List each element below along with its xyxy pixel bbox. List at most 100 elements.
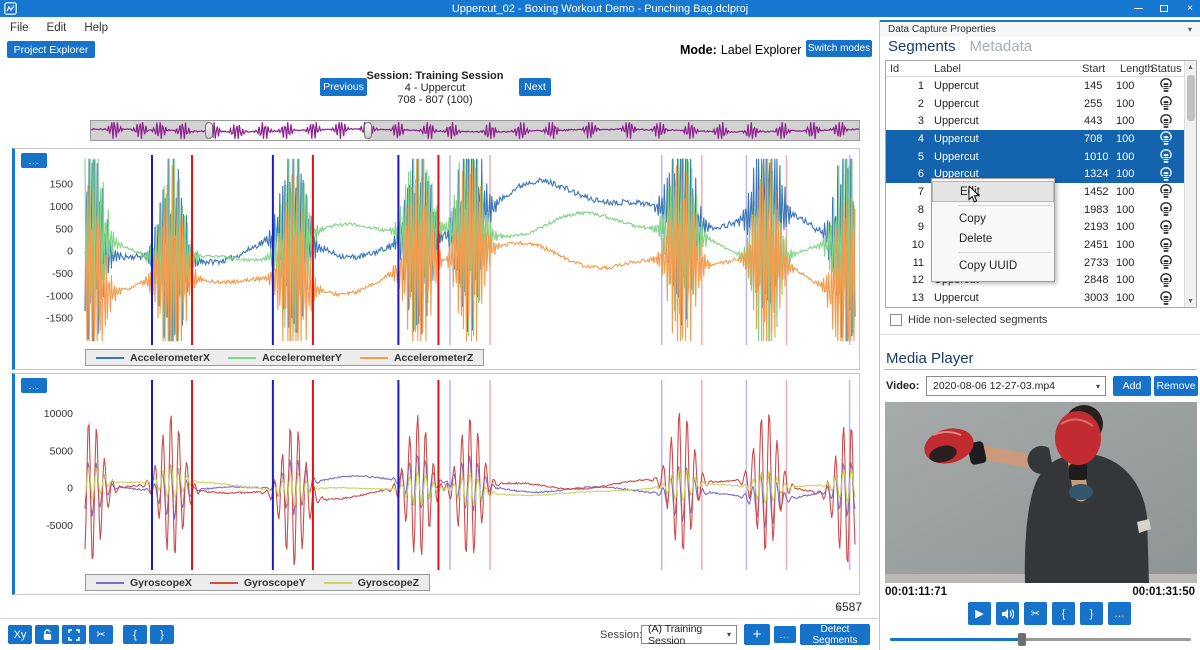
cut-button[interactable]: ✂ <box>89 625 113 644</box>
video-status-icon <box>1160 78 1172 93</box>
minimize-button[interactable] <box>1132 3 1144 15</box>
add-segment-button[interactable]: + <box>744 624 770 645</box>
table-row[interactable]: 4Uppercut708100 <box>886 130 1196 148</box>
cell-start: 443 <box>1074 115 1112 127</box>
overview-right-handle[interactable] <box>364 122 372 139</box>
column-status[interactable]: Status <box>1148 63 1184 75</box>
gyroscope-chart-panel[interactable]: ... 1000050000-5000 GyroscopeXGyroscopeY… <box>12 373 860 595</box>
gyro-chart-menu-button[interactable]: ... <box>21 378 47 393</box>
switch-modes-button[interactable]: Switch modes <box>806 40 872 57</box>
gyroscope-legend: GyroscopeXGyroscopeYGyroscopeZ <box>85 574 430 591</box>
context-menu-delete[interactable]: Delete <box>932 229 1054 249</box>
more-options-button[interactable]: ... <box>774 626 796 643</box>
mark-end-button[interactable]: } <box>1080 602 1103 625</box>
expand-button[interactable] <box>62 625 86 644</box>
menu-file[interactable]: File <box>10 22 29 34</box>
scroll-up-icon[interactable]: ▲ <box>1187 61 1194 73</box>
table-row[interactable]: 5Uppercut1010100 <box>886 148 1196 166</box>
segments-scrollbar[interactable]: ▲ ▼ <box>1184 61 1196 307</box>
menu-bar: File Edit Help <box>0 17 878 38</box>
context-menu-copy[interactable]: Copy <box>932 209 1054 229</box>
mode-label: Mode: <box>680 43 717 57</box>
tab-metadata[interactable]: Metadata <box>970 38 1033 55</box>
context-menu: Edit Copy Delete Copy UUID <box>931 178 1055 282</box>
hide-nonselected-row[interactable]: Hide non-selected segments <box>890 314 1047 326</box>
cell-status <box>1148 167 1184 182</box>
context-menu-edit[interactable]: Edit <box>932 181 1054 202</box>
scroll-down-icon[interactable]: ▼ <box>1187 295 1194 307</box>
segment-range: 708 - 807 (100) <box>340 94 530 106</box>
collapse-caret-icon[interactable]: ▾ <box>836 604 841 615</box>
cell-status <box>1148 291 1184 306</box>
data-capture-properties-panel: Data Capture Properties ▾ Segments Metad… <box>879 20 1200 650</box>
table-row[interactable]: 13Uppercut3003100 <box>886 289 1196 307</box>
close-brace-button[interactable]: } <box>150 625 174 644</box>
cell-length: 100 <box>1112 274 1148 286</box>
cell-label: Uppercut <box>928 133 1074 145</box>
table-row[interactable]: 1Uppercut145100 <box>886 77 1196 95</box>
cell-id: 12 <box>886 274 928 286</box>
table-row[interactable]: 2Uppercut255100 <box>886 95 1196 113</box>
cell-status <box>1148 273 1184 288</box>
svg-text:5000: 5000 <box>50 445 74 457</box>
axis-settings-button[interactable]: Xy <box>8 625 32 644</box>
lock-button[interactable] <box>35 625 59 644</box>
menu-help[interactable]: Help <box>84 22 108 34</box>
accel-chart-menu-button[interactable]: ... <box>21 153 47 168</box>
session-header: Session: Training Session 4 - Uppercut 7… <box>340 70 530 106</box>
cell-label: Uppercut <box>928 292 1074 304</box>
gyroscope-plot[interactable]: 1000050000-5000 <box>15 378 861 572</box>
video-slider-thumb[interactable] <box>1018 633 1026 646</box>
scrollbar-thumb[interactable] <box>1187 75 1195 121</box>
trim-button[interactable]: ✂ <box>1024 602 1047 625</box>
overview-strip[interactable] <box>90 120 860 141</box>
media-more-button[interactable]: ... <box>1108 602 1131 625</box>
tab-segments[interactable]: Segments <box>888 38 956 55</box>
next-button[interactable]: Next <box>519 78 551 96</box>
video-time-current: 00:01:11:71 <box>885 586 947 598</box>
video-slider[interactable] <box>890 632 1191 646</box>
cell-status <box>1148 78 1184 93</box>
overview-left-handle[interactable] <box>205 122 213 139</box>
accelerometer-plot[interactable]: 150010005000-500-1000-1500 <box>15 153 861 347</box>
menu-edit[interactable]: Edit <box>47 22 67 34</box>
column-length[interactable]: Length <box>1112 63 1148 75</box>
video-status-icon <box>1160 255 1172 270</box>
svg-text:-5000: -5000 <box>46 520 73 532</box>
video-select[interactable]: 2020-08-06 12-27-03.mp4 ▾ <box>926 376 1106 396</box>
volume-button[interactable] <box>996 602 1019 625</box>
open-brace-button[interactable]: { <box>123 625 147 644</box>
cell-start: 2193 <box>1074 221 1112 233</box>
table-row[interactable]: 3Uppercut443100 <box>886 112 1196 130</box>
project-explorer-button[interactable]: Project Explorer <box>7 41 95 58</box>
column-id[interactable]: Id <box>886 63 928 75</box>
session-select[interactable]: (A) Training Session ▾ <box>641 625 737 644</box>
close-button[interactable]: × <box>1184 3 1196 15</box>
cell-label: Uppercut <box>928 98 1074 110</box>
cell-start: 708 <box>1074 133 1112 145</box>
context-menu-copy-uuid[interactable]: Copy UUID <box>932 256 1054 276</box>
accelerometer-chart-panel[interactable]: ... 150010005000-500-1000-1500 Accelerom… <box>12 148 860 370</box>
video-status-icon <box>1160 184 1172 199</box>
detect-segments-button[interactable]: Detect Segments <box>800 624 870 645</box>
svg-text:0: 0 <box>67 483 73 495</box>
cell-start: 255 <box>1074 98 1112 110</box>
cell-id: 6 <box>886 168 928 180</box>
remove-video-button[interactable]: Remove <box>1154 376 1198 396</box>
add-video-button[interactable]: Add <box>1113 376 1151 396</box>
video-label: Video: <box>886 380 919 392</box>
hide-nonselected-checkbox[interactable] <box>890 314 902 326</box>
panel-pin-icon[interactable]: ▾ <box>1188 25 1192 34</box>
column-label[interactable]: Label <box>928 63 1074 75</box>
legend-item: AccelerometerY <box>228 352 342 364</box>
video-status-icon <box>1160 220 1172 235</box>
column-start[interactable]: Start <box>1074 63 1112 75</box>
video-status-icon <box>1160 273 1172 288</box>
play-button[interactable]: ▶ <box>968 602 991 625</box>
cell-id: 5 <box>886 151 928 163</box>
cell-status <box>1148 149 1184 164</box>
video-frame[interactable] <box>885 402 1197 583</box>
cell-id: 13 <box>886 292 928 304</box>
mark-start-button[interactable]: { <box>1052 602 1075 625</box>
restore-button[interactable] <box>1158 3 1170 15</box>
